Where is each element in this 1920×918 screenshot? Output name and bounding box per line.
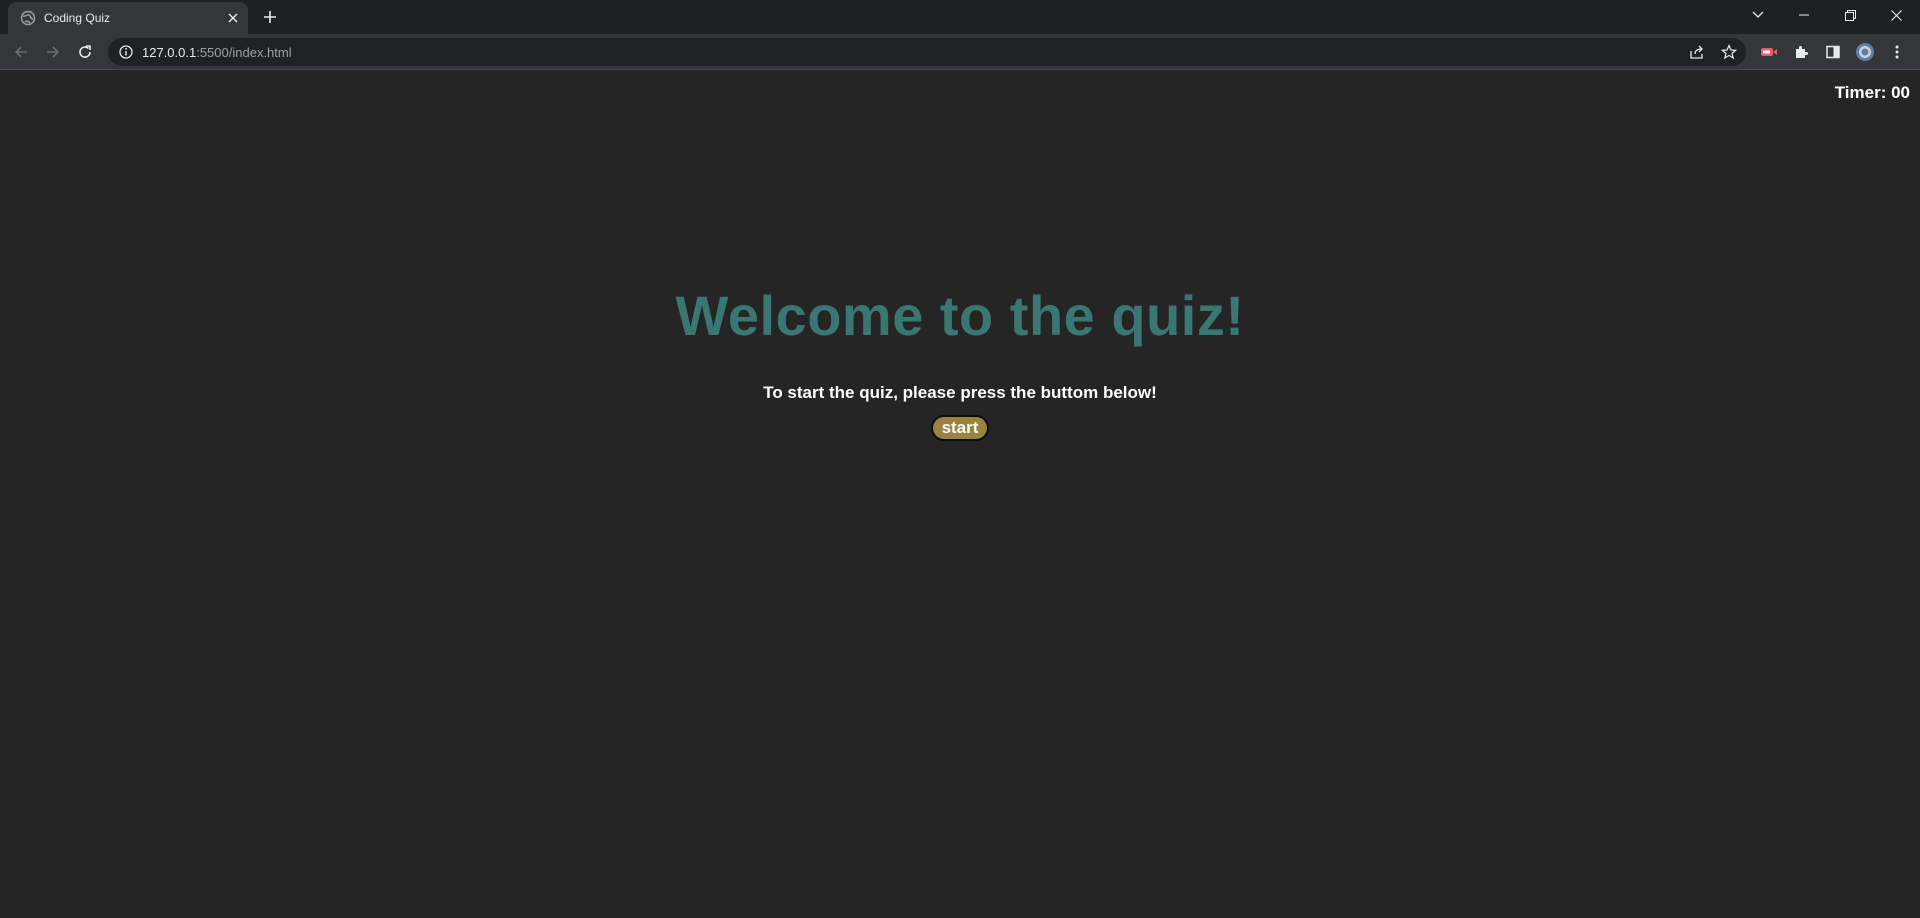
start-button-container: start — [0, 415, 1920, 441]
close-window-button[interactable] — [1873, 0, 1919, 30]
info-icon[interactable] — [118, 44, 134, 60]
close-icon[interactable] — [224, 9, 242, 27]
restore-button[interactable] — [1827, 0, 1873, 30]
back-button[interactable] — [9, 40, 33, 64]
minimize-button[interactable] — [1781, 0, 1827, 30]
extension-record-icon[interactable] — [1758, 41, 1780, 63]
reload-button[interactable] — [73, 40, 97, 64]
timer: Timer: 00 — [1834, 83, 1910, 102]
address-url: 127.0.0.1:5500/index.html — [142, 45, 292, 60]
start-button[interactable]: start — [931, 415, 989, 441]
browser-tab[interactable]: Coding Quiz — [8, 2, 248, 34]
instructions-text: To start the quiz, please press the butt… — [763, 383, 1157, 402]
forward-button[interactable] — [41, 40, 65, 64]
bookmark-star-icon[interactable] — [1720, 43, 1738, 61]
profile-avatar[interactable] — [1854, 41, 1876, 63]
tab-title: Coding Quiz — [44, 11, 111, 25]
globe-icon — [20, 10, 36, 26]
page-content: Timer: 00 Welcome to the quiz! To start … — [0, 71, 1920, 918]
url-host: 127.0.0.1 — [142, 45, 197, 60]
new-tab-button[interactable] — [258, 6, 282, 28]
address-bar[interactable]: 127.0.0.1:5500/index.html — [108, 38, 1746, 66]
share-icon[interactable] — [1688, 43, 1706, 61]
browser-toolbar: 127.0.0.1:5500/index.html — [0, 34, 1920, 70]
side-panel-icon[interactable] — [1822, 41, 1844, 63]
browser-titlebar: Coding Quiz — [0, 0, 1920, 34]
tab-search-button[interactable] — [1735, 0, 1781, 30]
page-title: Welcome to the quiz! — [675, 284, 1245, 347]
extensions-puzzle-icon[interactable] — [1790, 41, 1812, 63]
url-path: :5500/index.html — [196, 45, 292, 60]
menu-kebab-icon[interactable] — [1886, 41, 1908, 63]
